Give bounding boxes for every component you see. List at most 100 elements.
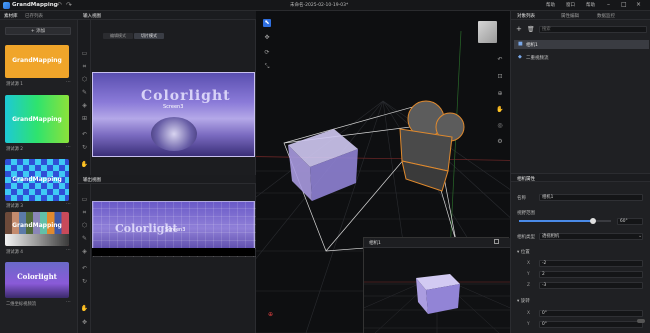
tab-property-edit[interactable]: 属性编辑 <box>561 13 579 19</box>
refresh-tool-icon[interactable]: ↻ <box>80 143 89 152</box>
asset-card-5[interactable]: Colorlight <box>5 262 69 298</box>
polygon-tool-icon[interactable]: ⬡ <box>80 221 89 230</box>
zoom-icon[interactable]: ⊕ <box>496 90 504 98</box>
fov-slider-knob[interactable] <box>589 218 596 224</box>
undo-icon[interactable]: ↶ <box>56 1 62 9</box>
expand-icon[interactable] <box>494 239 499 244</box>
minimize-icon[interactable]: – <box>607 1 610 8</box>
mask-tool-icon[interactable]: ◈ <box>80 101 89 110</box>
rotation-x-input[interactable]: 0° <box>539 310 643 317</box>
polygon-tool-icon[interactable]: ⬡ <box>80 75 89 84</box>
edit-mode-tab[interactable]: 编辑模式 <box>103 33 133 39</box>
fov-label: 视野范围 <box>517 211 535 216</box>
asset-card-2[interactable]: GrandMapping <box>5 95 69 143</box>
camera-preview[interactable]: 相机1 <box>363 237 510 333</box>
slice-mode-tab[interactable]: 切片模式 <box>134 33 164 39</box>
close-icon[interactable]: × <box>636 1 641 8</box>
3d-cube[interactable] <box>288 129 358 201</box>
maximize-icon[interactable]: □ <box>621 1 627 8</box>
asset-library-panel: 素材库 已存列表 + 添加 GrandMapping 测试源 1 ··· Gra… <box>0 11 78 333</box>
menu-help-1[interactable]: 帮助 <box>546 2 555 8</box>
input-view-panel: 输入视图 ▭ ⌗ ⬡ ✎ ◈ ⊞ ↶ ↻ ✋ 编辑模式 切片模式 Colorli… <box>78 11 256 175</box>
tab-data-monitor[interactable]: 数据监控 <box>597 13 615 19</box>
pointer-tool-icon[interactable]: ⬉ <box>263 19 271 27</box>
fov-slider-track[interactable] <box>519 218 611 224</box>
add-object-icon[interactable]: + <box>516 25 522 33</box>
list-item-stream[interactable]: ◆ 二重视频流 <box>514 53 649 62</box>
scale-tool-icon[interactable]: ⤡ <box>263 63 271 71</box>
position-y-label: Y <box>527 272 530 277</box>
name-label: 名称 <box>517 196 526 201</box>
input-view-header: 输入视图 <box>78 11 256 20</box>
camera-preview-title: 相机1 <box>369 241 381 246</box>
position-y-input[interactable]: 2 <box>539 271 643 278</box>
title-bar: GrandMapping ↶ ↷ 未命名-2025-02-10-19-03* 帮… <box>0 0 650 11</box>
output-view-title: 输出视图 <box>83 177 101 183</box>
hand-tool-icon[interactable]: ✋ <box>80 304 89 313</box>
fov-value-input[interactable]: 60° <box>617 218 643 225</box>
camera-properties-title: 相机属性 <box>517 176 535 182</box>
settings-icon[interactable]: ⚙ <box>496 138 504 146</box>
add-asset-button[interactable]: + 添加 <box>5 27 71 35</box>
move-tool-icon[interactable]: ✥ <box>263 34 271 42</box>
input-image[interactable]: Colorlight Screen3 <box>92 72 255 157</box>
orbit-icon[interactable]: ◎ <box>496 122 504 130</box>
toggle-switch[interactable] <box>637 319 645 323</box>
hand-tool-icon[interactable]: ✋ <box>80 160 89 169</box>
tab-object-list[interactable]: 对象列表 <box>517 13 535 19</box>
asset-card-text: GrandMapping <box>12 57 62 64</box>
camera-name-input[interactable]: 相机1 <box>539 194 643 201</box>
tab-asset-library[interactable]: 素材库 <box>4 13 18 19</box>
crop-tool-icon[interactable]: ⌗ <box>80 62 89 71</box>
3d-viewport[interactable]: ⬉ ✥ ⟳ ⤡ ↶ ⊡ ⊕ ✋ ◎ ⚙ 相机1 ⊕ <box>256 11 510 333</box>
asset-card-4[interactable]: GrandMapping <box>5 212 69 246</box>
tab-saved-list[interactable]: 已存列表 <box>25 13 43 19</box>
menu-help-2[interactable]: 帮助 <box>586 2 595 8</box>
crop-tool-icon[interactable]: ⌗ <box>80 208 89 217</box>
list-item-label: 二重视频流 <box>526 56 549 61</box>
list-item-camera[interactable]: ■ 相机1 <box>514 40 649 49</box>
more-icon[interactable]: ··· <box>66 79 71 85</box>
input-image-object <box>151 117 197 151</box>
object-search-input[interactable]: 搜索 <box>539 26 647 33</box>
mask-tool-icon[interactable]: ◈ <box>80 247 89 256</box>
ruler-tool-icon[interactable]: ⊞ <box>80 114 89 123</box>
document-title: 未命名-2025-02-10-19-03* <box>290 3 349 8</box>
delete-object-icon[interactable]: 🗑 <box>527 26 535 33</box>
more-icon[interactable]: ··· <box>66 247 71 253</box>
select-tool-icon[interactable]: ▭ <box>80 49 89 58</box>
position-section[interactable]: ▾ 位置 <box>517 249 530 255</box>
position-x-input[interactable]: -2 <box>539 260 643 267</box>
more-icon[interactable]: ··· <box>66 299 71 305</box>
move-tool-icon[interactable]: ✥ <box>80 318 89 327</box>
asset-card-1[interactable]: GrandMapping <box>5 45 69 78</box>
rotation-section[interactable]: ▾ 旋转 <box>517 298 530 304</box>
undo-tool-icon[interactable]: ↶ <box>80 264 89 273</box>
rotation-y-input[interactable]: 0° <box>539 321 643 328</box>
camera-type-select[interactable]: 透视相机 <box>539 233 643 240</box>
undo-tool-icon[interactable]: ↶ <box>80 130 89 139</box>
camera-model[interactable] <box>399 100 465 192</box>
rotate-tool-icon[interactable]: ⟳ <box>263 49 271 57</box>
screen-label: Screen3 <box>163 104 184 110</box>
undo-view-icon[interactable]: ↶ <box>496 56 504 64</box>
position-label: 位置 <box>520 250 530 255</box>
pan-hand-icon[interactable]: ✋ <box>496 106 504 114</box>
select-tool-icon[interactable]: ▭ <box>80 195 89 204</box>
fov-slider-fill <box>519 220 593 222</box>
asset-card-3[interactable]: GrandMapping <box>5 159 69 201</box>
screen-label: Screen3 <box>165 227 186 233</box>
output-view-panel: 输出视图 ▭ ⌗ ⬡ ✎ ◈ ↶ ↻ ✋ ✥ Colorlight Screen… <box>78 175 256 333</box>
focus-icon[interactable]: ⊡ <box>496 73 504 81</box>
draw-tool-icon[interactable]: ✎ <box>80 88 89 97</box>
position-z-input[interactable]: -3 <box>539 282 643 289</box>
more-icon[interactable]: ··· <box>66 144 71 150</box>
view-cube-icon[interactable] <box>478 21 497 43</box>
list-item-label: 相机1 <box>526 43 538 48</box>
more-icon[interactable]: ··· <box>66 201 71 207</box>
refresh-tool-icon[interactable]: ↻ <box>80 277 89 286</box>
menu-window[interactable]: 窗口 <box>566 2 575 8</box>
layers-icon: ◆ <box>518 54 522 60</box>
draw-tool-icon[interactable]: ✎ <box>80 234 89 243</box>
redo-icon[interactable]: ↷ <box>66 1 72 9</box>
